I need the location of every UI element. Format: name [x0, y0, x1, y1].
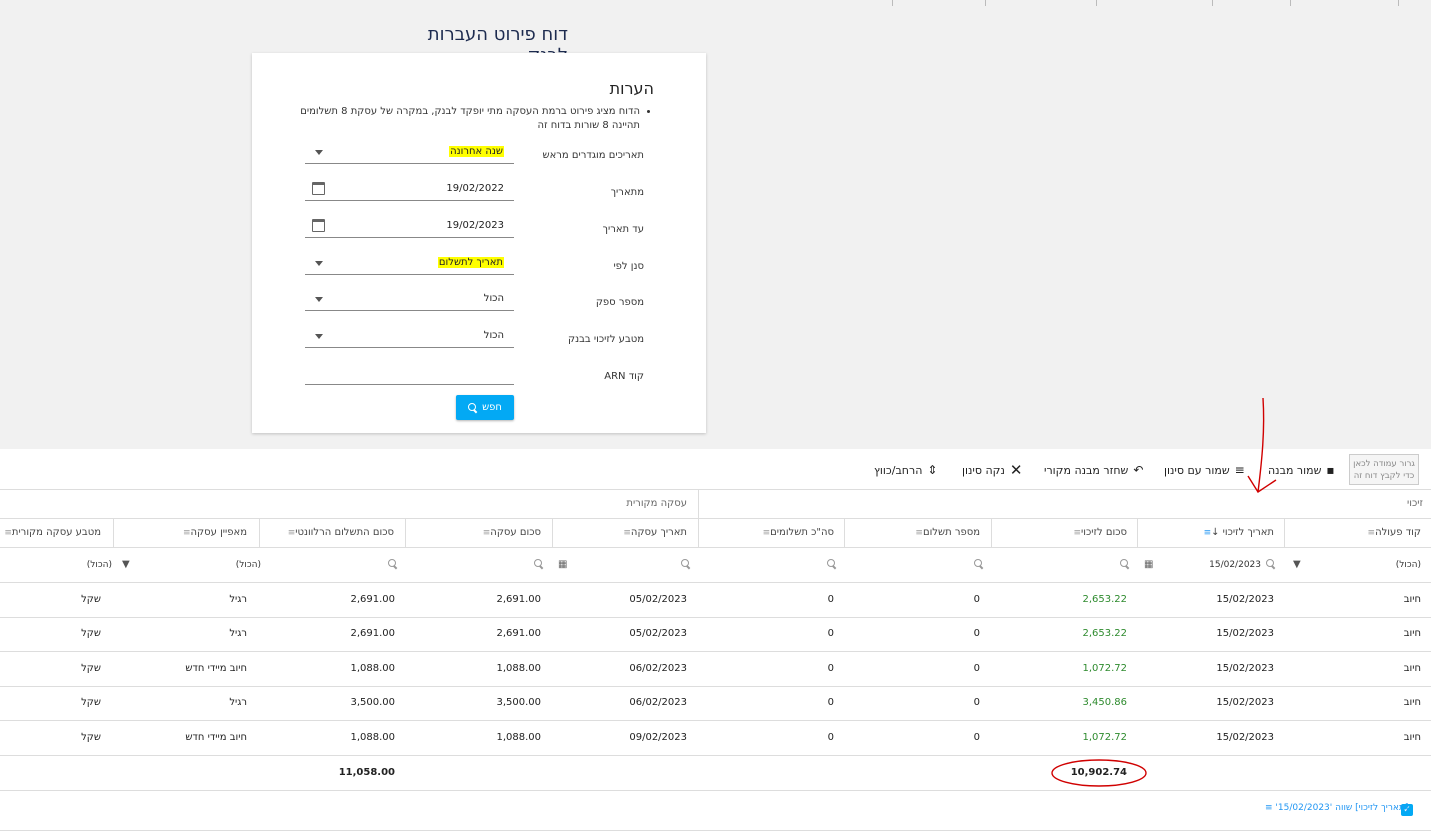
annotation-arrow	[1257, 397, 1265, 493]
annotation-overlay	[1051, 397, 1277, 787]
annotation-circle	[1051, 759, 1147, 787]
annotation-arrowhead	[1247, 475, 1277, 493]
